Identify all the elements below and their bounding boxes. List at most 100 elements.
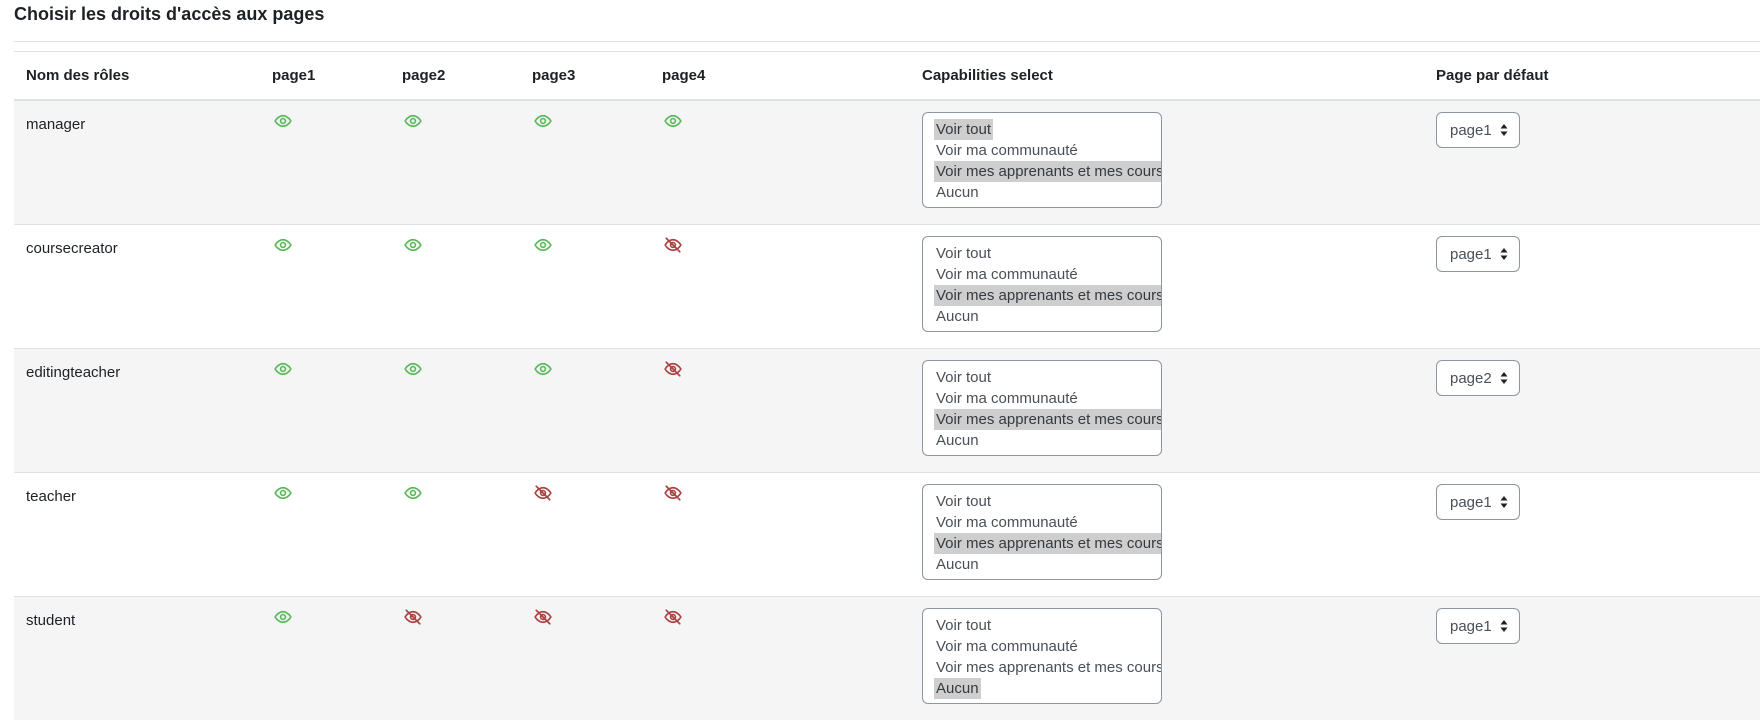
eye-slash-icon[interactable] <box>664 608 682 626</box>
eye-slash-icon[interactable] <box>664 360 682 378</box>
capability-option[interactable]: Aucun <box>923 182 981 203</box>
page2-cell <box>390 349 520 473</box>
role-cell: student <box>14 597 260 720</box>
role-cell: manager <box>14 100 260 225</box>
header-role: Nom des rôles <box>14 52 260 100</box>
default-page-select[interactable]: page1 <box>1436 484 1520 520</box>
eye-icon[interactable] <box>534 112 552 130</box>
capabilities-cell: Voir toutVoir ma communautéVoir mes appr… <box>910 597 1424 720</box>
header-page4: page4 <box>650 52 910 100</box>
default-page-cell: page1 <box>1424 225 1760 349</box>
page4-cell <box>650 349 910 473</box>
role-name: student <box>26 597 260 629</box>
capability-option[interactable]: Aucun <box>923 306 981 327</box>
capability-option[interactable]: Voir ma communauté <box>923 636 1080 657</box>
eye-icon[interactable] <box>274 360 292 378</box>
table-row: manager Voir toutVoir ma communautéVoir m… <box>14 100 1760 225</box>
eye-slash-icon[interactable] <box>534 484 552 502</box>
eye-icon[interactable] <box>664 112 682 130</box>
table-header-row: Nom des rôles page1 page2 page3 page4 Ca… <box>14 52 1760 100</box>
eye-icon[interactable] <box>404 236 422 254</box>
default-page-select[interactable]: page2 <box>1436 360 1520 396</box>
capability-option[interactable]: Voir mes apprenants et mes cours <box>934 285 1162 306</box>
page2-cell <box>390 473 520 597</box>
capability-option[interactable]: Voir tout <box>923 615 993 636</box>
header-page3: page3 <box>520 52 650 100</box>
page3-cell <box>520 473 650 597</box>
role-access-table: Nom des rôles page1 page2 page3 page4 Ca… <box>14 52 1760 720</box>
capabilities-select[interactable]: Voir toutVoir ma communautéVoir mes appr… <box>922 236 1162 332</box>
default-page-select[interactable]: page1 <box>1436 236 1520 272</box>
select-arrows-icon <box>1500 619 1508 633</box>
eye-icon[interactable] <box>404 484 422 502</box>
eye-icon[interactable] <box>404 112 422 130</box>
default-page-value: page1 <box>1450 246 1492 263</box>
capabilities-select[interactable]: Voir toutVoir ma communautéVoir mes appr… <box>922 484 1162 580</box>
default-page-cell: page1 <box>1424 100 1760 225</box>
default-page-cell: page2 <box>1424 349 1760 473</box>
capability-option[interactable]: Aucun <box>934 678 981 699</box>
default-page-value: page1 <box>1450 618 1492 635</box>
page1-cell <box>260 473 390 597</box>
capability-option[interactable]: Voir mes apprenants et mes cours <box>934 533 1162 554</box>
header-default-page: Page par défaut <box>1424 52 1760 100</box>
default-page-select[interactable]: page1 <box>1436 112 1520 148</box>
page2-cell <box>390 597 520 720</box>
capability-option[interactable]: Voir tout <box>934 119 993 140</box>
default-page-cell: page1 <box>1424 597 1760 720</box>
table-row: teacher Voir toutVoir ma communautéVoir m… <box>14 473 1760 597</box>
page1-cell <box>260 349 390 473</box>
page4-cell <box>650 473 910 597</box>
capabilities-select[interactable]: Voir toutVoir ma communautéVoir mes appr… <box>922 360 1162 456</box>
eye-slash-icon[interactable] <box>664 484 682 502</box>
eye-slash-icon[interactable] <box>404 608 422 626</box>
default-page-value: page1 <box>1450 122 1492 139</box>
select-arrows-icon <box>1500 371 1508 385</box>
capability-option[interactable]: Voir ma communauté <box>923 512 1080 533</box>
capability-option[interactable]: Voir tout <box>923 243 993 264</box>
page2-cell <box>390 100 520 225</box>
capability-option[interactable]: Voir tout <box>923 367 993 388</box>
eye-icon[interactable] <box>274 608 292 626</box>
capabilities-cell: Voir toutVoir ma communautéVoir mes appr… <box>910 473 1424 597</box>
select-arrows-icon <box>1500 123 1508 137</box>
capabilities-select[interactable]: Voir toutVoir ma communautéVoir mes appr… <box>922 608 1162 704</box>
page3-cell <box>520 597 650 720</box>
capability-option[interactable]: Voir mes apprenants et mes cours <box>923 657 1162 678</box>
eye-icon[interactable] <box>534 236 552 254</box>
role-name: editingteacher <box>26 349 260 381</box>
divider <box>14 41 1760 42</box>
capabilities-select[interactable]: Voir toutVoir ma communautéVoir mes appr… <box>922 112 1162 208</box>
default-page-cell: page1 <box>1424 473 1760 597</box>
eye-icon[interactable] <box>274 484 292 502</box>
eye-icon[interactable] <box>404 360 422 378</box>
capabilities-cell: Voir toutVoir ma communautéVoir mes appr… <box>910 100 1424 225</box>
page-title: Choisir les droits d'accès aux pages <box>14 4 324 25</box>
role-name: teacher <box>26 473 260 505</box>
eye-icon[interactable] <box>274 112 292 130</box>
default-page-value: page2 <box>1450 370 1492 387</box>
capability-option[interactable]: Voir ma communauté <box>923 388 1080 409</box>
page3-cell <box>520 225 650 349</box>
capability-option[interactable]: Voir ma communauté <box>923 140 1080 161</box>
page4-cell <box>650 100 910 225</box>
eye-icon[interactable] <box>534 360 552 378</box>
select-arrows-icon <box>1500 495 1508 509</box>
eye-slash-icon[interactable] <box>664 236 682 254</box>
eye-icon[interactable] <box>274 236 292 254</box>
role-cell: teacher <box>14 473 260 597</box>
capability-option[interactable]: Aucun <box>923 430 981 451</box>
capability-option[interactable]: Voir tout <box>923 491 993 512</box>
select-arrows-icon <box>1500 247 1508 261</box>
table-row: coursecreatorVoir toutVoir ma communauté… <box>14 225 1760 349</box>
capability-option[interactable]: Voir ma communauté <box>923 264 1080 285</box>
page4-cell <box>650 597 910 720</box>
default-page-select[interactable]: page1 <box>1436 608 1520 644</box>
capability-option[interactable]: Voir mes apprenants et mes cours <box>934 409 1162 430</box>
capability-option[interactable]: Voir mes apprenants et mes cours <box>934 161 1162 182</box>
page4-cell <box>650 225 910 349</box>
role-cell: editingteacher <box>14 349 260 473</box>
capability-option[interactable]: Aucun <box>923 554 981 575</box>
table-row: student Voir toutVoir ma communautéVoir m… <box>14 597 1760 720</box>
eye-slash-icon[interactable] <box>534 608 552 626</box>
